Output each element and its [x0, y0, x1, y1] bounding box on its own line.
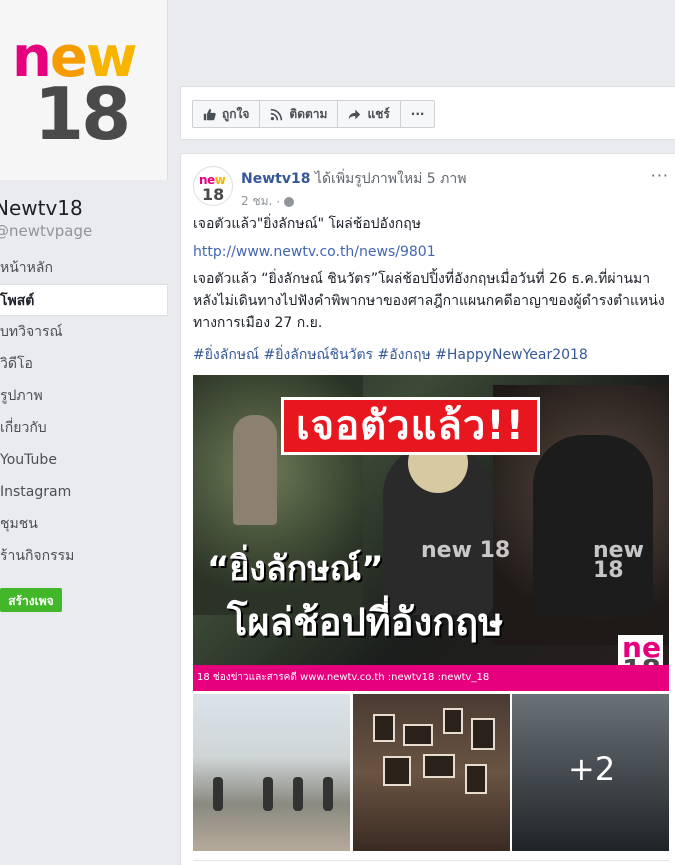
more-photos-count[interactable]: +2: [568, 750, 615, 788]
post-action-text[interactable]: ได้เพิ่มรูปภาพใหม่ 5 ภาพ: [315, 171, 467, 187]
like-button[interactable]: ถูกใจ: [192, 100, 261, 128]
post-body-text: เจอตัวแล้ว “ยิ่งลักษณ์ ชินวัตร”โผล่ช้อปป…: [193, 271, 665, 331]
post-timestamp[interactable]: 2 ชม.: [241, 192, 272, 211]
share-arrow-icon: [349, 109, 361, 119]
nav-item-photos[interactable]: รูปภาพ: [0, 380, 168, 412]
page-profile-picture[interactable]: new 18: [0, 0, 168, 180]
thumbs-up-icon: [203, 108, 216, 120]
nav-item-events[interactable]: ร้านกิจกรรม: [0, 540, 168, 572]
image-headline-top: เจอตัวแล้ว!!: [281, 397, 540, 455]
image-watermark: new 18: [421, 538, 511, 563]
nav-item-videos[interactable]: วิดีโอ: [0, 348, 168, 380]
post-thumbnail-1[interactable]: [193, 694, 350, 851]
post-bottom-divider: [193, 860, 669, 865]
follow-label: ติดตาม: [289, 106, 328, 121]
post-hashtags[interactable]: #ยิ่งลักษณ์ #ยิ่งลักษณ์ชินวัตร #อังกฤษ #…: [193, 344, 588, 366]
image-headline-2: โผล่ช้อปที่อังกฤษ: [227, 600, 504, 644]
globe-icon[interactable]: [284, 196, 295, 207]
nav-item-posts[interactable]: โพสต์: [0, 284, 168, 316]
post-thumbnail-2[interactable]: [353, 694, 510, 851]
image-footer-bar: 18 ช่องข่าวและสารคดี www.newtv.co.th :ne…: [193, 665, 669, 691]
post-thumbnail-3[interactable]: +2: [512, 694, 669, 851]
nav-item-youtube[interactable]: YouTube: [0, 444, 168, 476]
image-watermark: new 18: [593, 538, 644, 583]
separator-dot: ·: [276, 194, 281, 209]
person-figure: [533, 435, 653, 615]
image-headline-1: “ยิ่งลักษณ์”: [207, 549, 384, 589]
more-actions-button[interactable]: ···: [399, 100, 436, 128]
page-nav: หน้าหลัก โพสต์ บทวิจารณ์ วิดีโอ รูปภาพ เ…: [0, 252, 168, 572]
post-author-name[interactable]: Newtv18: [241, 171, 310, 187]
post-options-icon[interactable]: ···: [651, 166, 669, 185]
nav-item-about[interactable]: เกี่ยวกับ: [0, 412, 168, 444]
person-figure: [383, 433, 493, 615]
post-title: เจอตัวแล้ว"ยิ่งลักษณ์" โผล่ช้อปอังกฤษ: [193, 216, 421, 232]
nav-item-home[interactable]: หน้าหลัก: [0, 252, 168, 284]
nav-item-reviews[interactable]: บทวิจารณ์: [0, 316, 168, 348]
share-label: แชร์: [367, 106, 390, 121]
create-page-button[interactable]: สร้างเพจ: [0, 588, 62, 612]
follow-button[interactable]: ติดตาม: [259, 100, 339, 128]
post-main-image[interactable]: เจอตัวแล้ว!! new 18 new 18 “ยิ่งลักษณ์” …: [193, 375, 669, 691]
rss-icon: [271, 108, 283, 120]
avatar-logo-18: 18: [202, 185, 225, 204]
logo-18-text: 18: [34, 72, 131, 156]
post-card: new 18 Newtv18 ได้เพิ่มรูปภาพใหม่ 5 ภาพ …: [180, 153, 675, 865]
nav-item-community[interactable]: ชุมชน: [0, 508, 168, 540]
post-author-avatar[interactable]: new 18: [193, 166, 233, 206]
post-link[interactable]: http://www.newtv.co.th/news/9801: [193, 242, 436, 262]
more-dots-icon: ···: [410, 107, 425, 121]
post-meta: 2 ชม. ·: [241, 192, 295, 211]
left-column: new 18 Newtv18 @newtvpage หน้าหลัก โพสต์…: [0, 0, 170, 865]
like-label: ถูกใจ: [222, 106, 250, 121]
page-actions-row: ถูกใจ ติดตาม แชร์ ···: [192, 100, 436, 128]
person-figure: [233, 415, 277, 525]
page-title[interactable]: Newtv18: [0, 196, 83, 220]
post-header: Newtv18 ได้เพิ่มรูปภาพใหม่ 5 ภาพ: [241, 168, 466, 190]
nav-item-instagram[interactable]: Instagram: [0, 476, 168, 508]
share-button[interactable]: แชร์: [337, 100, 401, 128]
page-handle[interactable]: @newtvpage: [0, 222, 92, 240]
page-actions-card: ถูกใจ ติดตาม แชร์ ···: [180, 86, 675, 140]
